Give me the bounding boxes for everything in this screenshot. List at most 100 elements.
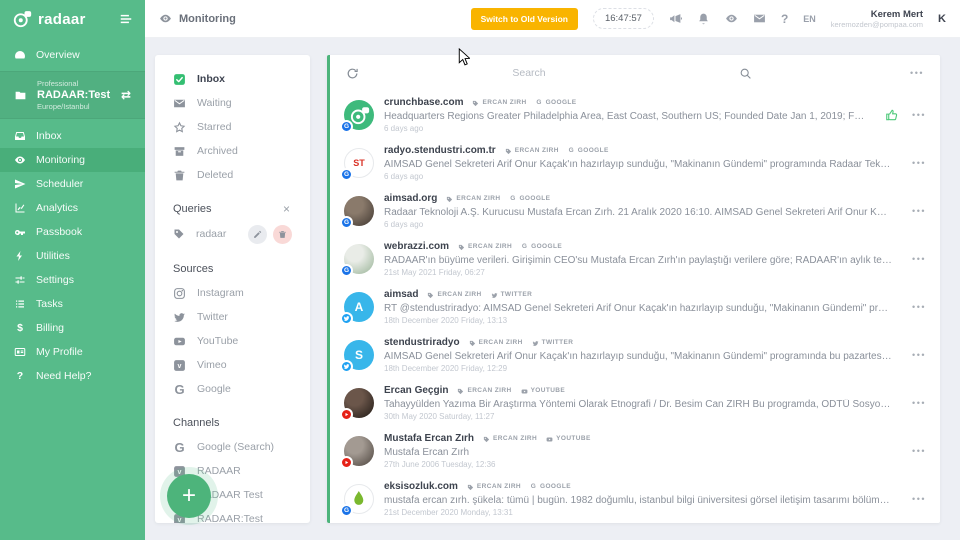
sidebar-item-utilities[interactable]: Utilities: [0, 244, 145, 268]
user-menu[interactable]: Kerem Mert keremozden@pompaa.com: [831, 9, 923, 29]
feed-item-more-button[interactable]: •••: [912, 158, 926, 168]
sidebar-item-need-help[interactable]: ? Need Help?: [0, 364, 145, 388]
feed-item[interactable]: G crunchbase.com ERCAN ZIRH GGOOGLE Head…: [330, 91, 940, 139]
close-icon[interactable]: ×: [283, 205, 292, 214]
feed-item-title[interactable]: aimsad.org: [384, 193, 437, 205]
tag-icon: [472, 100, 479, 107]
search-icon[interactable]: [739, 67, 752, 80]
feed-item-source-tag: TWITTER: [491, 289, 533, 301]
source-badge-icon: G: [340, 120, 353, 133]
feed-item[interactable]: Ercan Geçgin ERCAN ZIRH YOUTUBE Tahayyül…: [330, 379, 940, 427]
eye-icon[interactable]: [725, 12, 738, 25]
feed-item-headline: eksisozluk.com ERCAN ZIRH GGOOGLE: [384, 481, 896, 493]
feed-item-title[interactable]: crunchbase.com: [384, 97, 463, 109]
avatar[interactable]: K: [938, 13, 946, 25]
feed-item-query-tag[interactable]: ERCAN ZIRH: [446, 193, 500, 205]
feed-item[interactable]: G webrazzi.com ERCAN ZIRH GGOOGLE RADAAR…: [330, 235, 940, 283]
feed-item[interactable]: G aimsad.org ERCAN ZIRH GGOOGLE Radaar T…: [330, 187, 940, 235]
feed-item-query-tag[interactable]: ERCAN ZIRH: [469, 337, 523, 349]
feed-item-more-button[interactable]: •••: [912, 110, 926, 120]
source-filter-google[interactable]: G Google: [155, 377, 310, 401]
status-filter-waiting[interactable]: Waiting: [155, 91, 310, 115]
feed-item[interactable]: Mustafa Ercan Zırh ERCAN ZIRH YOUTUBE Mu…: [330, 427, 940, 475]
feed-item-actions: •••: [912, 302, 926, 312]
feed-item-more-button[interactable]: •••: [912, 254, 926, 264]
feed-item-query-tag[interactable]: ERCAN ZIRH: [427, 289, 481, 301]
language-selector[interactable]: EN: [803, 14, 816, 24]
feed-item-title[interactable]: eksisozluk.com: [384, 481, 458, 493]
switch-to-old-version-button[interactable]: Switch to Old Version: [471, 8, 578, 30]
sidebar-item-monitoring[interactable]: Monitoring: [0, 148, 145, 172]
thumbs-up-icon[interactable]: [885, 108, 899, 122]
feed-item-actions: •••: [912, 158, 926, 168]
sidebar-item-settings[interactable]: Settings: [0, 268, 145, 292]
delete-query-button[interactable]: [273, 225, 292, 244]
search-input[interactable]: [369, 67, 729, 79]
sidebar-item-icon: [14, 298, 26, 310]
feed-more-button[interactable]: •••: [910, 68, 924, 78]
feed-item-query-tag[interactable]: ERCAN ZIRH: [458, 241, 512, 253]
sidebar-item-my-profile[interactable]: My Profile: [0, 340, 145, 364]
status-filter-inbox[interactable]: Inbox: [155, 67, 310, 91]
feed-item-query-tag[interactable]: ERCAN ZIRH: [467, 481, 521, 493]
sidebar-item-icon: [14, 154, 26, 166]
channels-section-header: Channels: [155, 417, 310, 429]
feed-item-more-button[interactable]: •••: [912, 398, 926, 408]
help-icon[interactable]: ?: [781, 12, 788, 26]
feed-item-title[interactable]: aimsad: [384, 289, 418, 301]
feed-item-title[interactable]: radyo.stendustri.com.tr: [384, 145, 496, 157]
feed-item-actions: •••: [912, 446, 926, 456]
channel-filter-google-search[interactable]: G Google (Search): [155, 435, 310, 459]
feed-item-more-button[interactable]: •••: [912, 206, 926, 216]
feed-item[interactable]: G eksisozluk.com ERCAN ZIRH GGOOGLE must…: [330, 475, 940, 523]
menu-toggle-icon[interactable]: [119, 12, 133, 26]
feed-item-more-button[interactable]: •••: [912, 302, 926, 312]
workspace-switcher[interactable]: Professional RADAAR:Test Europe/Istanbul…: [0, 71, 145, 119]
status-filter-starred[interactable]: Starred: [155, 115, 310, 139]
feed-item-title[interactable]: Mustafa Ercan Zırh: [384, 433, 474, 445]
envelope-icon[interactable]: [753, 12, 766, 25]
source-filter-vimeo[interactable]: v Vimeo: [155, 353, 310, 377]
feed-item-query-tag[interactable]: ERCAN ZIRH: [505, 145, 559, 157]
feed-item-avatar: G: [344, 244, 374, 274]
brand-wordmark[interactable]: radaar: [38, 11, 86, 28]
bell-icon[interactable]: [697, 12, 710, 25]
add-query-fab-button[interactable]: +: [167, 474, 211, 518]
feed-item-query-tag[interactable]: ERCAN ZIRH: [483, 433, 537, 445]
swap-workspace-icon[interactable]: ⇄: [121, 88, 131, 102]
feed-item-title[interactable]: webrazzi.com: [384, 241, 449, 253]
feed-item-more-button[interactable]: •••: [912, 446, 926, 456]
edit-query-button[interactable]: [248, 225, 267, 244]
feed-item[interactable]: S stendustriradyo ERCAN ZIRH TWITTER AİM…: [330, 331, 940, 379]
status-filter-archived[interactable]: Archived: [155, 139, 310, 163]
refresh-icon[interactable]: [346, 67, 359, 80]
brand-logo-icon[interactable]: [12, 9, 32, 29]
feed-item-title[interactable]: stendustriradyo: [384, 337, 460, 349]
feed-item-more-button[interactable]: •••: [912, 350, 926, 360]
sidebar-item-tasks[interactable]: Tasks: [0, 292, 145, 316]
feed-item[interactable]: ST G radyo.stendustri.com.tr ERCAN ZIRH …: [330, 139, 940, 187]
feed-item-query-tag[interactable]: ERCAN ZIRH: [472, 97, 526, 109]
sidebar-item-analytics[interactable]: Analytics: [0, 196, 145, 220]
sidebar: radaar Overview Professional RADAAR:Test…: [0, 0, 145, 540]
feed-item-more-button[interactable]: •••: [912, 494, 926, 504]
source-filter-instagram[interactable]: Instagram: [155, 281, 310, 305]
sidebar-item-scheduler[interactable]: Scheduler: [0, 172, 145, 196]
source-filter-twitter[interactable]: Twitter: [155, 305, 310, 329]
source-filter-youtube[interactable]: YouTube: [155, 329, 310, 353]
filter-row-icon: [173, 169, 186, 182]
sidebar-item-overview[interactable]: Overview: [0, 43, 145, 67]
feed-item-query-tag[interactable]: ERCAN ZIRH: [457, 385, 511, 397]
sidebar-item-inbox[interactable]: Inbox: [0, 124, 145, 148]
feed-item[interactable]: A aimsad ERCAN ZIRH TWITTER RT @stendust…: [330, 283, 940, 331]
filter-row-label: Inbox: [197, 73, 225, 85]
feed-item-body: Ercan Geçgin ERCAN ZIRH YOUTUBE Tahayyül…: [384, 385, 896, 421]
feed-item-title[interactable]: Ercan Geçgin: [384, 385, 448, 397]
megaphone-icon[interactable]: [669, 12, 682, 25]
sidebar-item-icon: [14, 49, 26, 61]
sidebar-item-billing[interactable]: $ Billing: [0, 316, 145, 340]
sidebar-item-passbook[interactable]: Passbook: [0, 220, 145, 244]
query-row[interactable]: radaar: [155, 221, 310, 247]
status-filter-deleted[interactable]: Deleted: [155, 163, 310, 187]
source-icon: G: [536, 100, 543, 107]
